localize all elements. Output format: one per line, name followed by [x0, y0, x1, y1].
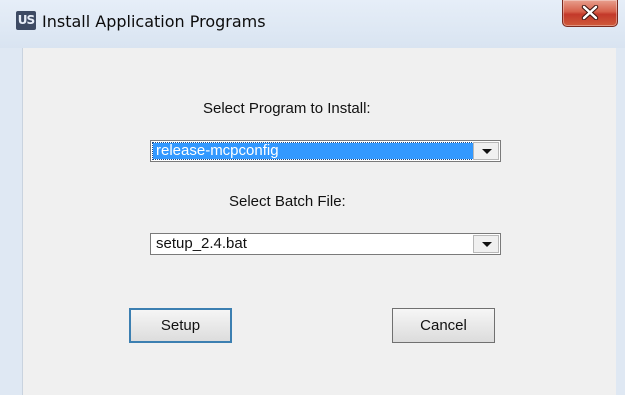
program-label: Select Program to Install: [203, 100, 371, 117]
chevron-down-icon [482, 149, 492, 154]
title-bar[interactable]: US Install Application Programs [0, 0, 625, 48]
window-frame-left [8, 48, 22, 395]
batch-label: Select Batch File: [229, 193, 346, 210]
program-select[interactable]: release-mcpconfig [150, 140, 501, 162]
close-icon [581, 5, 599, 20]
close-button[interactable] [562, 0, 618, 27]
batch-selected-value: setup_2.4.bat [156, 235, 247, 252]
dialog-body: Select Program to Install: release-mcpco… [22, 48, 616, 395]
app-logo-icon: US [16, 11, 36, 30]
batch-select[interactable]: setup_2.4.bat [150, 233, 501, 255]
batch-dropdown-button[interactable] [473, 235, 499, 253]
setup-button[interactable]: Setup [129, 308, 232, 343]
window-title: Install Application Programs [42, 12, 266, 31]
program-dropdown-button[interactable] [473, 142, 499, 160]
cancel-button[interactable]: Cancel [392, 308, 495, 343]
program-selected-value: release-mcpconfig [152, 142, 474, 160]
chevron-down-icon [482, 242, 492, 247]
install-dialog: US Install Application Programs Select P… [0, 0, 625, 395]
